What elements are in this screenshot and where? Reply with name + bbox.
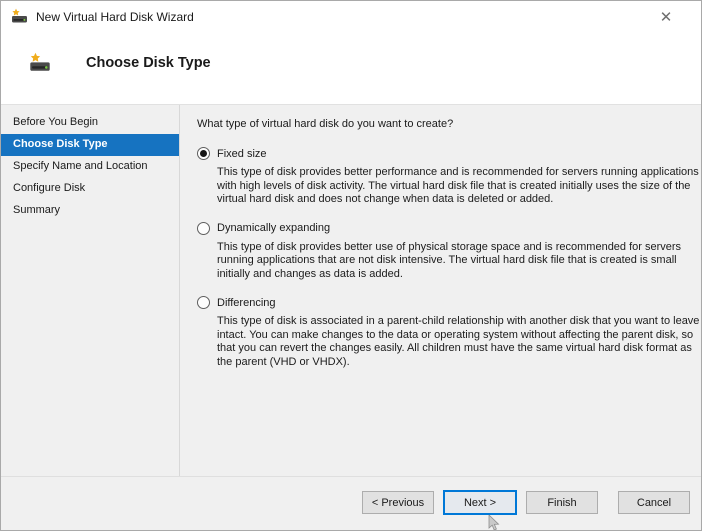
option-description: This type of disk is associated in a par… [217,315,700,368]
radio-label: Differencing [217,296,276,309]
cancel-button[interactable]: Cancel [618,491,690,514]
previous-button[interactable]: < Previous [362,491,434,514]
radio-label: Dynamically expanding [217,222,331,234]
title-bar: New Virtual Hard Disk Wizard ✕ [1,1,701,32]
radio-option-fixed-size[interactable]: Fixed size [197,147,701,160]
wizard-content: What type of virtual hard disk do you wa… [180,105,701,476]
new-vhd-disk-icon [12,8,27,23]
wizard-window: New Virtual Hard Disk Wizard ✕ Choose Di… [0,0,702,531]
finish-button[interactable]: Finish [526,491,598,514]
sidebar-item-summary[interactable]: Summary [1,200,179,222]
radio-label: Fixed size [217,147,267,160]
wizard-header: Choose Disk Type [1,32,701,104]
wizard-body: Before You Begin Choose Disk Type Specif… [1,104,701,476]
wizard-footer: < Previous Next > Finish Cancel [1,476,701,530]
option-description: This type of disk provides better perfor… [217,166,699,205]
window-title: New Virtual Hard Disk Wizard [36,9,194,24]
radio-button-icon[interactable] [197,147,210,160]
sidebar-item-choose-disk-type[interactable]: Choose Disk Type [1,134,179,156]
page-title: Choose Disk Type [86,55,211,71]
question-text: What type of virtual hard disk do you wa… [197,118,454,130]
radio-button-icon[interactable] [197,221,210,235]
sidebar-item-configure-disk[interactable]: Configure Disk [1,178,179,200]
radio-option-differencing[interactable]: Differencing [197,296,701,309]
wizard-steps-sidebar: Before You Begin Choose Disk Type Specif… [1,105,180,476]
option-description: This type of disk provides better use of… [217,240,682,280]
close-icon[interactable]: ✕ [645,1,687,32]
sidebar-item-specify-name-and-location[interactable]: Specify Name and Location [1,156,179,178]
new-vhd-disk-icon [30,52,50,71]
next-button[interactable]: Next > [444,491,516,514]
radio-option-dynamically-expanding[interactable]: Dynamically expanding [197,221,701,235]
radio-button-icon[interactable] [197,296,210,309]
sidebar-item-before-you-begin[interactable]: Before You Begin [1,112,179,134]
